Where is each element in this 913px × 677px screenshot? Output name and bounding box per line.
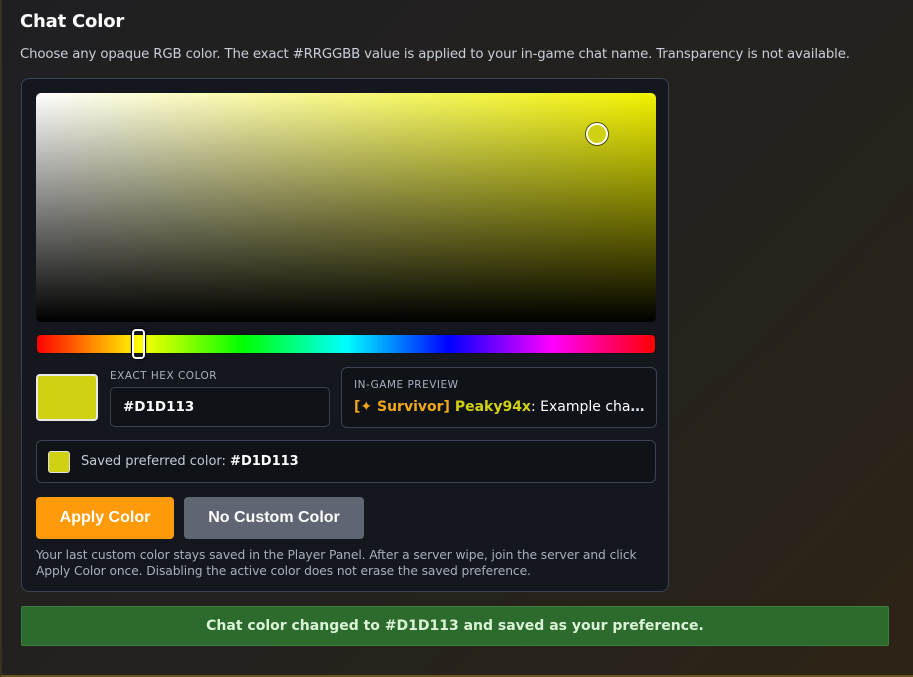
preview-chat-line: [✦ Survivor] Peaky94x: Example chat mess… [354, 399, 646, 415]
hue-slider-handle[interactable] [132, 329, 145, 359]
saved-color-value: #D1D113 [230, 454, 299, 469]
page-description: Choose any opaque RGB color. The exact #… [20, 47, 850, 62]
preview-message: : Example chat message [530, 399, 646, 415]
saturation-value-area[interactable] [36, 93, 656, 322]
page-title: Chat Color [20, 11, 125, 32]
no-custom-color-button[interactable]: No Custom Color [184, 497, 364, 539]
apply-color-button[interactable]: Apply Color [36, 497, 174, 539]
hue-slider[interactable] [36, 329, 656, 359]
in-game-preview: IN-GAME PREVIEW [✦ Survivor] Peaky94x: E… [341, 367, 657, 428]
saved-color-swatch [48, 451, 70, 473]
preview-rank-tag: [✦ Survivor] [354, 399, 450, 415]
preview-player-name: Peaky94x [454, 399, 531, 415]
hex-color-label: EXACT HEX COLOR [110, 370, 218, 382]
saved-color-text: Saved preferred color: #D1D113 [81, 454, 299, 469]
saved-color-label: Saved preferred color: [81, 454, 226, 469]
chat-color-page: Chat Color Choose any opaque RGB color. … [0, 0, 913, 677]
saved-color-row: Saved preferred color: #D1D113 [36, 440, 656, 483]
help-note: Your last custom color stays saved in th… [36, 548, 637, 578]
color-picker-card: EXACT HEX COLOR IN-GAME PREVIEW [✦ Survi… [21, 78, 669, 592]
hex-color-input[interactable] [110, 387, 330, 427]
success-toast: Chat color changed to #D1D113 and saved … [21, 606, 889, 646]
current-color-swatch [36, 374, 98, 421]
saturation-value-handle[interactable] [586, 123, 608, 145]
preview-label: IN-GAME PREVIEW [354, 379, 459, 391]
